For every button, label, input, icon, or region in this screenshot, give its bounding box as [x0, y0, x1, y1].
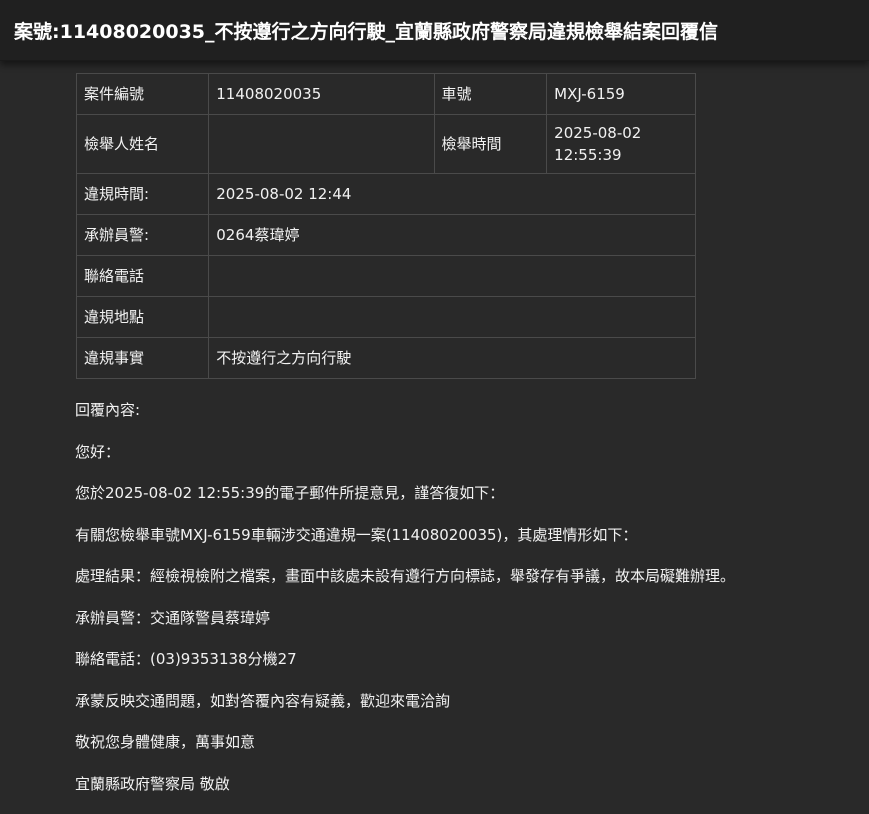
reply-heading: 回覆內容: [75, 401, 141, 419]
reporter-name-label: 檢舉人姓名 [75, 114, 210, 174]
reply-line: 處理結果：經檢視檢附之檔案，畫面中該處未設有遵行方向標誌，舉發存有爭議，故本局礙… [75, 567, 736, 585]
reply-line: 承辦員警：交通隊警員蔡瑋婷 [75, 608, 271, 627]
reply-line: 有關您檢舉車號MXJ-6159車輛涉交通違規一案(11408020035)，其處… [75, 525, 638, 544]
officer-value: 0264蔡瑋婷 [208, 214, 696, 256]
case-no-value: 11408020035 [208, 73, 435, 115]
violation-time-value: 2025-08-02 12:44 [208, 173, 696, 215]
phone-label: 聯絡電話 [75, 255, 210, 297]
officer-label: 承辦員警: [75, 214, 210, 256]
reply-signature: 宜蘭縣政府警察局 敬啟 [75, 774, 230, 793]
reply-line: 承蒙反映交通問題，如對答覆內容有疑義，歡迎來電洽詢 [75, 691, 451, 710]
mail-body[interactable]: 案件編號 11408020035 車號 MXJ-6159 檢舉人姓名 檢舉時間 … [0, 61, 869, 814]
mail-window: 案號:11408020035_不按遵行之方向行駛_宜蘭縣政府警察局違規檢舉結案回… [0, 0, 869, 814]
table-row: 違規地點 [75, 296, 696, 338]
violation-time-label: 違規時間: [75, 173, 210, 215]
table-row: 違規時間: 2025-08-02 12:44 [75, 173, 696, 215]
table-row: 違規事實 不按遵行之方向行駛 [75, 337, 696, 379]
plate-label: 車號 [433, 73, 548, 115]
case-info-table: 案件編號 11408020035 車號 MXJ-6159 檢舉人姓名 檢舉時間 … [75, 73, 696, 379]
reply-line: 您於2025-08-02 12:55:39的電子郵件所提意見，謹答復如下： [75, 484, 505, 502]
case-no-label: 案件編號 [75, 73, 210, 115]
reply-greeting: 您好： [75, 442, 121, 461]
fact-label: 違規事實 [75, 337, 210, 379]
reporter-name-value [208, 114, 435, 174]
plate-value: MXJ-6159 [546, 73, 696, 115]
reply-text: 回覆內容: 您好： 您於2025-08-02 12:55:39的電子郵件所提意見… [75, 399, 735, 814]
table-row: 承辦員警: 0264蔡瑋婷 [75, 214, 696, 256]
location-value [208, 296, 696, 338]
title-bar: 案號:11408020035_不按遵行之方向行駛_宜蘭縣政府警察局違規檢舉結案回… [0, 0, 869, 61]
phone-value [208, 255, 696, 297]
table-row: 檢舉人姓名 檢舉時間 2025-08-02 12:55:39 [75, 114, 696, 174]
report-time-value: 2025-08-02 12:55:39 [546, 114, 696, 174]
table-row: 聯絡電話 [75, 255, 696, 297]
report-time-label: 檢舉時間 [433, 114, 548, 174]
location-label: 違規地點 [75, 296, 210, 338]
window-title: 案號:11408020035_不按遵行之方向行駛_宜蘭縣政府警察局違規檢舉結案回… [14, 20, 719, 43]
table-row: 案件編號 11408020035 車號 MXJ-6159 [75, 73, 696, 115]
reply-line: 聯絡電話：(03)9353138分機27 [75, 650, 297, 668]
reply-line: 敬祝您身體健康，萬事如意 [75, 733, 256, 751]
fact-value: 不按遵行之方向行駛 [208, 337, 696, 379]
